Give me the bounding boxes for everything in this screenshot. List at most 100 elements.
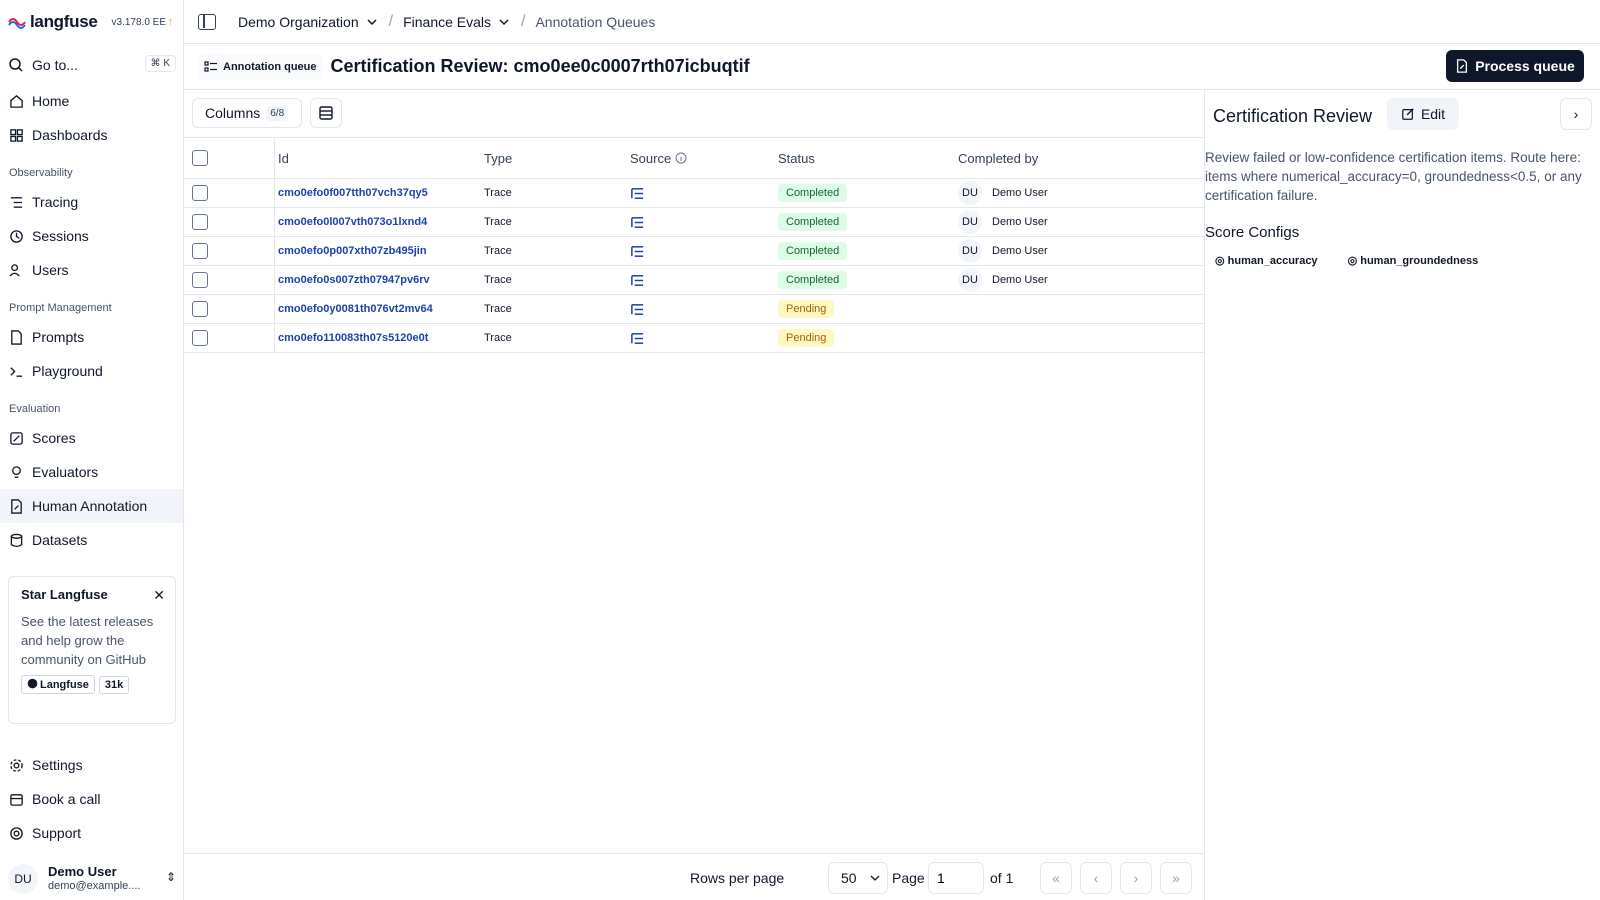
- sidebar-item-human-annotation[interactable]: Human Annotation: [0, 489, 183, 523]
- sidebar-item-prompts[interactable]: Prompts: [0, 320, 183, 354]
- item-id-link[interactable]: cmo0efo110083th07s5120e0t: [278, 332, 428, 344]
- brand[interactable]: langfuse v3.178.0 EE ↑: [8, 10, 174, 34]
- sidebar-item-home[interactable]: Home: [0, 84, 183, 118]
- sidebar-item-tracing[interactable]: Tracing: [0, 185, 183, 219]
- item-id-link[interactable]: cmo0efo0l007vth073o1lxnd4: [278, 216, 427, 228]
- annotation-queue-table: Id Type Source Status Completed by cmo0e…: [184, 138, 1204, 353]
- breadcrumb-org[interactable]: Demo Organization: [238, 14, 379, 30]
- annotation-icon: [8, 498, 24, 514]
- github-icon: [27, 678, 38, 689]
- chevron-down-icon: [499, 18, 509, 25]
- circle-icon: ◎: [1215, 255, 1225, 267]
- trace-source-icon[interactable]: [630, 244, 645, 259]
- row-checkbox[interactable]: [192, 272, 208, 288]
- sidebar-item-datasets[interactable]: Datasets: [0, 523, 183, 557]
- star-card-description: See the latest releases and help grow th…: [21, 614, 154, 667]
- pagination-bar: Rows per page 50 Page of 1 « ‹ › »: [184, 853, 1204, 900]
- column-header-source[interactable]: Source: [630, 138, 687, 178]
- sidebar-item-evaluators[interactable]: Evaluators: [0, 455, 183, 489]
- goto-search[interactable]: Go to... ⌘ K: [8, 54, 176, 76]
- process-queue-label: Process queue: [1475, 58, 1575, 74]
- item-id-link[interactable]: cmo0efo0s007zth07947pv6rv: [278, 274, 430, 286]
- collapse-panel-button[interactable]: ›: [1560, 98, 1592, 130]
- sidebar-item-scores[interactable]: Scores: [0, 421, 183, 455]
- user-name: Demo User: [48, 864, 117, 879]
- row-checkbox[interactable]: [192, 185, 208, 201]
- table-row[interactable]: cmo0efo0y0081th076vt2mv64 Trace Pending: [184, 295, 1204, 324]
- avatar: DU: [958, 181, 982, 205]
- trace-source-icon[interactable]: [630, 215, 645, 230]
- home-icon: [8, 93, 24, 109]
- sidebar-item-dashboards[interactable]: Dashboards: [0, 118, 183, 152]
- trace-source-icon[interactable]: [630, 331, 645, 346]
- user-menu[interactable]: DU Demo User demo@example.... ⇕: [8, 862, 176, 896]
- trace-source-icon[interactable]: [630, 186, 645, 201]
- select-all-checkbox[interactable]: [192, 150, 208, 166]
- trace-source-icon[interactable]: [630, 273, 645, 288]
- table-row[interactable]: cmo0efo110083th07s5120e0t Trace Pending: [184, 324, 1204, 353]
- sidebar-toggle-icon[interactable]: [198, 13, 216, 30]
- previous-page-button[interactable]: ‹: [1080, 862, 1112, 894]
- breadcrumb-project[interactable]: Finance Evals: [403, 14, 511, 30]
- item-id-link[interactable]: cmo0efo0y0081th076vt2mv64: [278, 303, 433, 315]
- page-label: Page: [892, 870, 925, 886]
- item-type: Trace: [484, 187, 512, 199]
- row-checkbox[interactable]: [192, 330, 208, 346]
- tracing-icon: [8, 194, 24, 210]
- goto-label: Go to...: [32, 57, 78, 73]
- table-row[interactable]: cmo0efo0s007zth07947pv6rv Trace Complete…: [184, 266, 1204, 295]
- row-checkbox[interactable]: [192, 301, 208, 317]
- process-queue-button[interactable]: Process queue: [1446, 50, 1584, 82]
- row-density-button[interactable]: [310, 98, 342, 128]
- column-divider: [274, 179, 275, 207]
- score-configs-list: ◎ human_accuracy ◎ human_groundedness: [1215, 254, 1478, 267]
- avatar: DU: [958, 239, 982, 263]
- breadcrumb-separator: /: [521, 12, 526, 30]
- sidebar-item-label: Users: [32, 262, 69, 278]
- breadcrumb-page[interactable]: Annotation Queues: [535, 14, 655, 30]
- page-header: Annotation queue Certification Review: c…: [184, 44, 1600, 90]
- page-number-input[interactable]: [928, 862, 984, 894]
- trace-source-icon[interactable]: [630, 302, 645, 317]
- columns-button[interactable]: Columns 6/8: [192, 98, 302, 128]
- column-header-status[interactable]: Status: [778, 138, 815, 178]
- top-bar: Demo Organization / Finance Evals / Anno…: [184, 0, 1600, 44]
- panel-title: Certification Review: [1213, 106, 1373, 126]
- columns-count-badge: 6/8: [266, 105, 289, 121]
- edit-button[interactable]: Edit: [1387, 98, 1459, 130]
- sidebar-item-support[interactable]: Support: [0, 816, 183, 850]
- breadcrumb-org-label: Demo Organization: [238, 13, 359, 30]
- sidebar-item-users[interactable]: Users: [0, 253, 183, 287]
- first-page-button[interactable]: «: [1040, 862, 1072, 894]
- close-icon[interactable]: ✕: [153, 587, 165, 604]
- annotation-icon: [1457, 59, 1468, 73]
- table-header-row: Id Type Source Status Completed by: [184, 138, 1204, 179]
- sidebar-item-book-call[interactable]: Book a call: [0, 782, 183, 816]
- status-badge: Pending: [778, 329, 835, 347]
- sidebar-item-settings[interactable]: Settings: [0, 748, 183, 782]
- sidebar-item-sessions[interactable]: Sessions: [0, 219, 183, 253]
- column-divider: [274, 138, 275, 178]
- table-row[interactable]: cmo0efo0f007tth07vch37qy5 Trace Complete…: [184, 179, 1204, 208]
- next-page-button[interactable]: ›: [1120, 862, 1152, 894]
- column-header-id[interactable]: Id: [278, 138, 289, 178]
- sidebar-item-playground[interactable]: Playground: [0, 354, 183, 388]
- item-id-link[interactable]: cmo0efo0p007xth07zb495jin: [278, 245, 427, 257]
- table-row[interactable]: cmo0efo0l007vth073o1lxnd4 Trace Complete…: [184, 208, 1204, 237]
- chevron-down-icon: [870, 875, 880, 881]
- column-header-completed-by[interactable]: Completed by: [958, 138, 1038, 178]
- last-page-button[interactable]: »: [1160, 862, 1192, 894]
- row-checkbox[interactable]: [192, 243, 208, 259]
- avatar: DU: [958, 210, 982, 234]
- item-id-link[interactable]: cmo0efo0f007tth07vch37qy5: [278, 187, 428, 199]
- star-card-title: Star Langfuse: [21, 587, 108, 602]
- chevrons-right-icon: »: [1172, 870, 1180, 886]
- table-row[interactable]: cmo0efo0p007xth07zb495jin Trace Complete…: [184, 237, 1204, 266]
- completed-by-user: Demo User: [992, 245, 1048, 257]
- rows-per-page-select[interactable]: 50: [828, 862, 888, 894]
- item-type: Trace: [484, 274, 512, 286]
- row-checkbox[interactable]: [192, 214, 208, 230]
- column-header-type[interactable]: Type: [484, 138, 512, 178]
- github-star-button[interactable]: Langfuse 31k: [21, 675, 163, 694]
- arrow-up-icon: ↑: [168, 16, 174, 28]
